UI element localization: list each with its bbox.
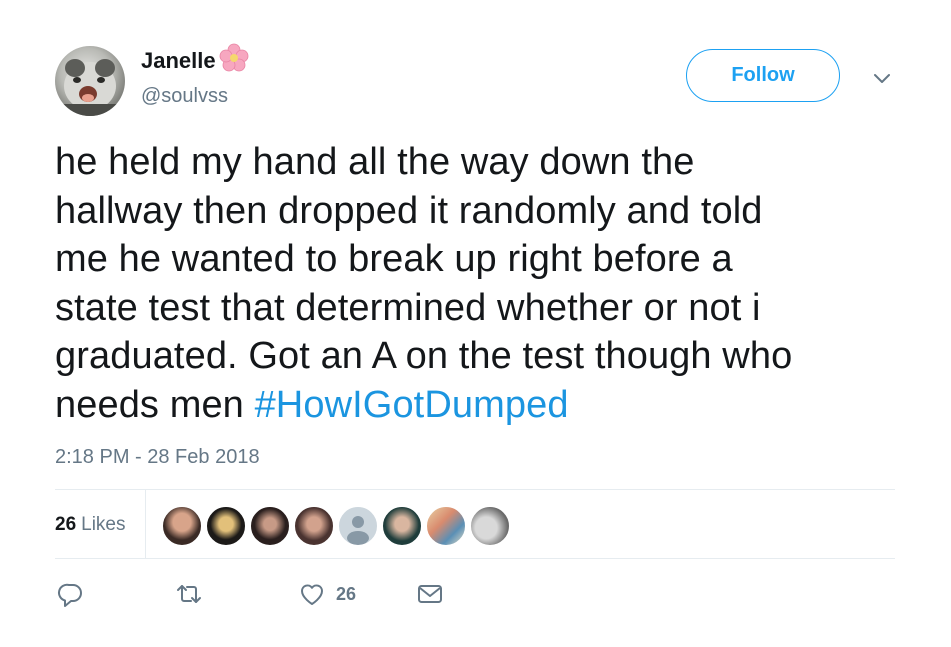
divider xyxy=(55,558,895,559)
likes-label: Likes xyxy=(81,514,126,535)
tweet-line: hallway then dropped it randomly and tol… xyxy=(55,189,763,232)
flower-icon xyxy=(219,43,249,72)
chevron-down-icon[interactable] xyxy=(871,67,893,89)
liker-avatar[interactable] xyxy=(470,506,510,546)
display-name-text: Janelle xyxy=(141,48,216,73)
tweet-actions: 26 xyxy=(55,580,895,614)
likes-count: 26 xyxy=(55,514,77,535)
tweet-line: graduated. Got an A on the test though w… xyxy=(55,335,793,377)
default-avatar-icon xyxy=(347,516,369,545)
liker-avatar[interactable] xyxy=(426,506,466,546)
liker-avatar[interactable] xyxy=(294,506,334,546)
reply-icon xyxy=(58,583,82,607)
liker-avatar-default[interactable] xyxy=(338,506,378,546)
tweet-line: me he wanted to break up right before a xyxy=(55,238,733,280)
message-icon xyxy=(418,585,442,603)
tweet-line-text: needs men xyxy=(55,383,255,426)
retweet-button[interactable] xyxy=(175,580,203,608)
tweet-timestamp[interactable]: 2:18 PM - 28 Feb 2018 xyxy=(55,446,260,469)
liker-avatar[interactable] xyxy=(250,506,290,546)
display-name[interactable]: Janelle xyxy=(141,43,250,74)
tweet-line: state test that determined whether or no… xyxy=(55,286,761,329)
user-handle[interactable]: @soulvss xyxy=(141,85,228,108)
follow-button[interactable]: Follow xyxy=(686,49,840,102)
liker-avatar[interactable] xyxy=(206,506,246,546)
avatar[interactable] xyxy=(55,46,125,116)
reply-button[interactable] xyxy=(57,580,85,608)
heart-icon xyxy=(300,584,324,605)
likes-stat[interactable]: 26 Likes xyxy=(55,514,126,536)
direct-message-button[interactable] xyxy=(416,580,444,608)
liker-avatar[interactable] xyxy=(382,506,422,546)
stats-divider xyxy=(145,490,146,558)
hashtag-link[interactable]: #HowIGotDumped xyxy=(255,384,569,426)
tweet-text: he held my hand all the way down the hal… xyxy=(55,138,895,429)
liker-avatar[interactable] xyxy=(162,506,202,546)
cat-avatar-image xyxy=(55,59,125,116)
tweet-line-last: needs men #HowIGotDumped xyxy=(55,381,895,430)
like-count: 26 xyxy=(336,583,357,604)
like-button[interactable]: 26 xyxy=(298,580,356,608)
tweet-line: he held my hand all the way down the xyxy=(55,141,695,183)
divider xyxy=(55,489,895,490)
retweet-icon xyxy=(177,585,201,603)
